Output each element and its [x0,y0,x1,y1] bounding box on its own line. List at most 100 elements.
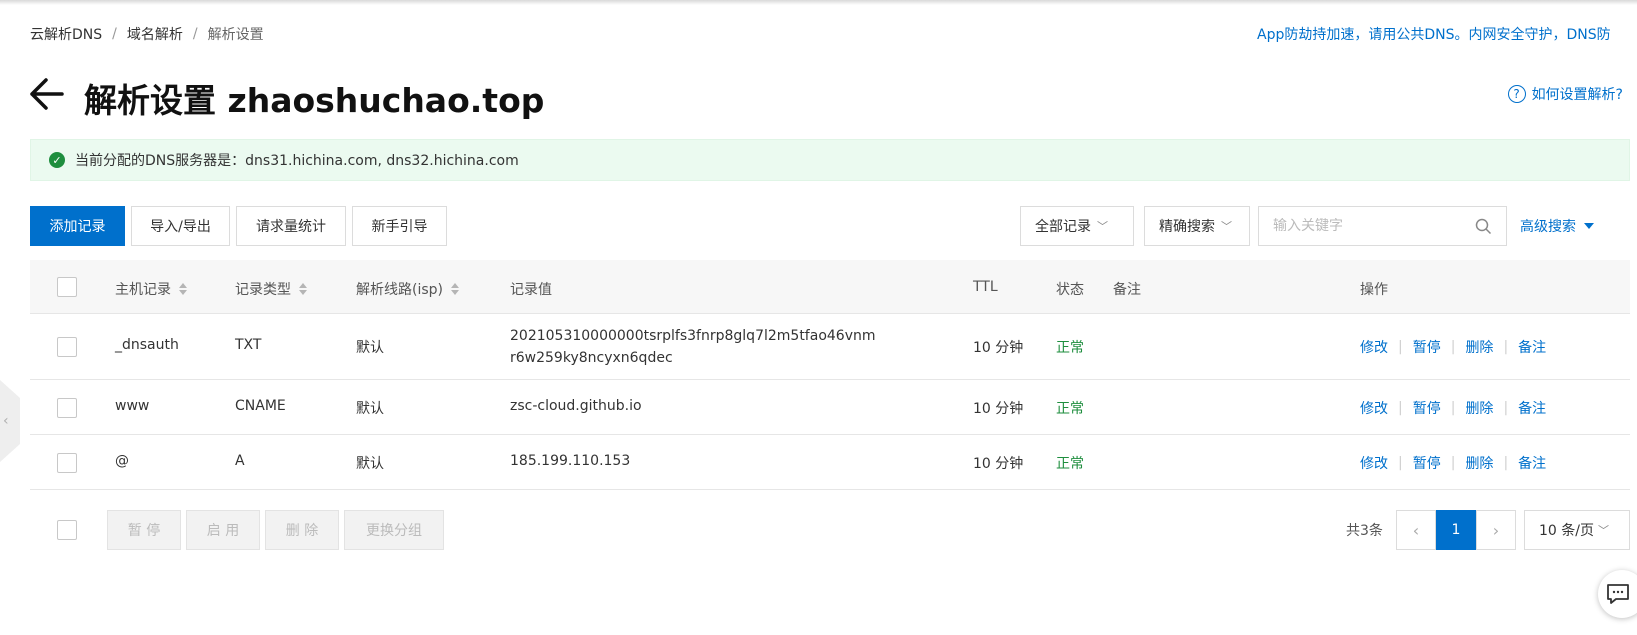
page-number-current[interactable]: 1 [1436,510,1476,550]
divider: | [1503,400,1509,416]
back-arrow-icon[interactable] [28,75,66,113]
breadcrumb-item-cloud-dns[interactable]: 云解析DNS [30,24,102,44]
change-group-button[interactable]: 更换分组 [344,510,444,550]
breadcrumb-item-domain-resolution[interactable]: 域名解析 [127,24,183,44]
delete-link[interactable]: 删除 [1465,453,1493,473]
row-checkbox[interactable] [57,453,77,473]
pause-link[interactable]: 暂停 [1413,337,1441,357]
dns-server-message: 当前分配的DNS服务器是：dns31.hichina.com, dns32.hi… [75,153,519,169]
advanced-search-toggle[interactable]: 高级搜索 [1520,216,1594,236]
remark-link[interactable]: 备注 [1518,453,1546,473]
pause-link[interactable]: 暂停 [1413,453,1441,473]
column-host-label: 主机记录 [115,282,171,298]
record-filter-select[interactable]: 全部记录 ﹀ [1020,206,1134,246]
delete-link[interactable]: 删除 [1465,398,1493,418]
chevron-down-icon: ﹀ [1097,220,1108,233]
breadcrumb-item-current: 解析设置 [207,27,264,43]
line-cell: 默认 [356,456,384,472]
divider: | [1398,339,1403,355]
host-cell: www [115,398,150,414]
page-size-value: 10 条/页 [1539,523,1594,539]
breadcrumb-separator: / [192,26,198,42]
column-line-label: 解析线路(isp) [356,282,443,298]
divider: | [1398,455,1403,471]
dns-server-banner: ✓ 当前分配的DNS服务器是：dns31.hichina.com, dns32.… [30,139,1630,181]
row-actions: 修改 | 暂停 | 删除 | 备注 [1360,453,1546,473]
check-circle-icon: ✓ [49,152,65,168]
bulk-pause-button[interactable]: 暂 停 [107,510,181,550]
column-type[interactable]: 记录类型 [235,279,307,299]
line-cell: 默认 [356,401,384,417]
next-page-button[interactable]: › [1476,510,1516,550]
breadcrumb-separator: / [112,26,117,42]
select-all-checkbox[interactable] [57,277,77,297]
delete-link[interactable]: 删除 [1465,337,1493,357]
divider: | [1503,455,1509,471]
advanced-search-label: 高级搜索 [1520,219,1576,235]
page-title: 解析设置 zhaoshuchao.top [84,81,545,120]
ttl-cell: 10 分钟 [973,401,1024,417]
column-line[interactable]: 解析线路(isp) [356,279,459,299]
import-export-button[interactable]: 导入/导出 [131,206,230,246]
sort-icon[interactable] [179,283,187,295]
row-actions: 修改 | 暂停 | 删除 | 备注 [1360,337,1546,357]
chevron-left-icon: ‹ [3,413,9,429]
prev-page-button[interactable]: ‹ [1396,510,1436,550]
sort-icon[interactable] [299,283,307,295]
edit-link[interactable]: 修改 [1360,453,1388,473]
chat-bubble-icon [1607,584,1629,604]
remark-link[interactable]: 备注 [1518,398,1546,418]
add-record-button[interactable]: 添加记录 [30,206,125,246]
footer-select-all-checkbox[interactable] [57,520,77,540]
status-badge: 正常 [1056,340,1084,356]
bulk-delete-button[interactable]: 删 除 [265,510,339,550]
pause-link[interactable]: 暂停 [1413,398,1441,418]
row-checkbox[interactable] [57,337,77,357]
divider: | [1503,339,1509,355]
value-cell: 202105310000000tsrplfs3fnrp8glq7l2m5tfao… [510,328,876,366]
request-stats-button[interactable]: 请求量统计 [236,206,346,246]
record-filter-value: 全部记录 [1035,219,1091,235]
chevron-left-icon: ‹ [1412,520,1420,540]
table-row: @ A 默认 185.199.110.153 10 分钟 正常 修改 | 暂停 | … [30,436,1630,490]
bulk-enable-button[interactable]: 启 用 [186,510,260,550]
search-mode-select[interactable]: 精确搜索 ﹀ [1144,206,1250,246]
column-value: 记录值 [510,282,552,298]
row-checkbox[interactable] [57,398,77,418]
edit-link[interactable]: 修改 [1360,337,1388,357]
sort-icon[interactable] [451,283,459,295]
host-cell: _dnsauth [115,337,179,353]
remark-link[interactable]: 备注 [1518,337,1546,357]
total-count: 共3条 [1346,523,1383,539]
divider: | [1450,400,1456,416]
table-header: 主机记录 记录类型 解析线路(isp) 记录值 TTL 状态 备注 操作 [30,260,1630,314]
search-icon[interactable] [1475,218,1492,235]
keyword-search-input[interactable] [1273,218,1463,234]
page-size-select[interactable]: 10 条/页 ﹀ [1524,510,1630,550]
keyword-search-box [1258,206,1507,246]
top-shadow [0,0,1637,5]
value-cell: 185.199.110.153 [510,453,631,469]
edit-link[interactable]: 修改 [1360,398,1388,418]
type-cell: A [235,453,245,469]
chevron-down-icon: ﹀ [1221,220,1232,233]
chat-support-button[interactable] [1598,570,1637,618]
chevron-right-icon: › [1492,520,1500,540]
column-status: 状态 [1056,282,1084,298]
divider: | [1450,339,1456,355]
type-cell: TXT [235,337,262,353]
breadcrumb: 云解析DNS / 域名解析 / 解析设置 [30,24,264,44]
column-remark: 备注 [1113,282,1141,298]
ttl-cell: 10 分钟 [973,456,1024,472]
status-badge: 正常 [1056,401,1084,417]
row-actions: 修改 | 暂停 | 删除 | 备注 [1360,398,1546,418]
promo-notice-link[interactable]: App防劫持加速，请用公共DNS。内网安全守护，DNS防 [1257,24,1637,44]
beginner-guide-button[interactable]: 新手引导 [352,206,447,246]
divider: | [1450,455,1456,471]
sidebar-collapse-handle[interactable]: ‹ [0,380,20,462]
column-host[interactable]: 主机记录 [115,279,187,299]
help-link-label: 如何设置解析? [1531,87,1623,103]
question-icon: ? [1507,85,1526,103]
help-link[interactable]: ? 如何设置解析? [1507,84,1623,104]
caret-down-icon [1584,223,1594,229]
